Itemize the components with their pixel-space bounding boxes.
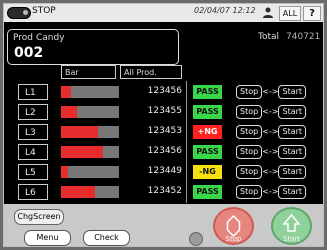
status-badge: PASS xyxy=(193,105,222,119)
stop-button[interactable]: Stop xyxy=(236,105,263,119)
auxiliary-circle-button[interactable] xyxy=(189,232,203,246)
progress-bar xyxy=(61,166,119,178)
progress-bar-fill xyxy=(61,86,71,98)
status-badge: PASS xyxy=(193,185,222,199)
stop-start-arrow: <-> xyxy=(262,147,279,156)
column-divider xyxy=(186,121,187,143)
total-value: 740721 pc xyxy=(286,32,323,42)
production-count: 123452 xyxy=(147,186,182,196)
stop-button[interactable]: Stop xyxy=(236,125,263,139)
stop-button[interactable]: Stop xyxy=(236,185,263,199)
progress-bar-fill xyxy=(61,186,95,198)
line-label: L5 xyxy=(18,164,48,180)
table-row: L5 123449 -NG Stop <-> Start xyxy=(4,161,323,183)
stop-start-arrow: <-> xyxy=(262,167,279,176)
production-count: 123456 xyxy=(147,146,182,156)
column-divider xyxy=(186,181,187,203)
bottom-bar: ChgScreen Menu Check Stop Start xyxy=(4,204,323,246)
progress-bar xyxy=(61,106,119,118)
start-button[interactable]: Start xyxy=(278,165,307,179)
status-badge: PASS xyxy=(193,85,222,99)
start-button[interactable]: Start xyxy=(278,125,307,139)
datetime: 02/04/07 12:12 xyxy=(194,6,256,15)
product-box: Prod Candy 002 xyxy=(7,29,179,65)
stop-start-control: Stop <-> Start xyxy=(236,105,307,119)
production-count: 123453 xyxy=(147,126,182,136)
table-row: L2 123455 PASS Stop <-> Start xyxy=(4,101,323,123)
status-badge: PASS xyxy=(193,145,222,159)
prod-label: Prod xyxy=(13,33,33,43)
stop-start-control: Stop <-> Start xyxy=(236,145,307,159)
hmi-screen: STOP 02/04/07 12:12 ALL ? Prod Candy 002… xyxy=(3,3,324,247)
start-button[interactable]: Start xyxy=(278,85,307,99)
column-divider xyxy=(186,161,187,183)
total-label: Total xyxy=(258,32,280,42)
column-header-all-prod: All Prod. xyxy=(120,65,182,79)
production-count: 123455 xyxy=(147,106,182,116)
stop-start-arrow: <-> xyxy=(262,187,279,196)
progress-bar-fill xyxy=(61,126,98,138)
status-badge: +NG xyxy=(193,125,222,139)
user-icon xyxy=(263,7,273,18)
status-indicator-icon xyxy=(7,7,31,19)
stop-start-arrow: <-> xyxy=(262,87,279,96)
start-big-button[interactable]: Start xyxy=(271,207,312,245)
stop-button[interactable]: Stop xyxy=(236,145,263,159)
start-button[interactable]: Start xyxy=(278,145,307,159)
table-row: L6 123452 PASS Stop <-> Start xyxy=(4,181,323,203)
product-name: Candy xyxy=(36,33,65,43)
progress-bar-fill xyxy=(61,146,103,158)
stop-label: Stop xyxy=(225,235,242,243)
indicator-dot xyxy=(23,10,28,15)
line-label: L6 xyxy=(18,184,48,200)
stop-start-control: Stop <-> Start xyxy=(236,165,307,179)
table-row: L1 123456 PASS Stop <-> Start xyxy=(4,81,323,103)
start-label: Start xyxy=(282,235,301,243)
status-badge: -NG xyxy=(193,165,222,179)
progress-bar xyxy=(61,186,119,198)
start-button[interactable]: Start xyxy=(278,185,307,199)
production-count: 123456 xyxy=(147,86,182,96)
stop-start-arrow: <-> xyxy=(262,107,279,116)
column-divider xyxy=(186,101,187,123)
chg-screen-button[interactable]: ChgScreen xyxy=(14,209,64,225)
menu-button[interactable]: Menu xyxy=(24,230,71,246)
status-bar: STOP 02/04/07 12:12 ALL ? xyxy=(4,4,323,22)
progress-bar xyxy=(61,86,119,98)
all-button[interactable]: ALL xyxy=(279,6,301,21)
machine-status: STOP xyxy=(32,6,56,16)
progress-bar xyxy=(61,146,119,158)
progress-bar xyxy=(61,126,119,138)
line-label: L4 xyxy=(18,144,48,160)
stop-start-control: Stop <-> Start xyxy=(236,85,307,99)
stop-big-button[interactable]: Stop xyxy=(213,207,254,245)
progress-bar-fill xyxy=(61,106,77,118)
progress-bar-fill xyxy=(61,166,68,178)
device-frame: STOP 02/04/07 12:12 ALL ? Prod Candy 002… xyxy=(0,0,327,250)
production-count: 123449 xyxy=(147,166,182,176)
stop-start-control: Stop <-> Start xyxy=(236,125,307,139)
product-number: 002 xyxy=(14,45,44,61)
check-button[interactable]: Check xyxy=(83,230,130,246)
stop-button[interactable]: Stop xyxy=(236,85,263,99)
line-label: L1 xyxy=(18,84,48,100)
column-header-bar: Bar xyxy=(61,65,116,79)
column-divider xyxy=(186,141,187,163)
line-label: L2 xyxy=(18,104,48,120)
column-divider xyxy=(186,81,187,103)
line-label: L3 xyxy=(18,124,48,140)
help-button[interactable]: ? xyxy=(303,6,321,21)
table-row: L4 123456 PASS Stop <-> Start xyxy=(4,141,323,163)
table-row: L3 123453 +NG Stop <-> Start xyxy=(4,121,323,143)
stop-start-arrow: <-> xyxy=(262,127,279,136)
stop-button[interactable]: Stop xyxy=(236,165,263,179)
stop-start-control: Stop <-> Start xyxy=(236,185,307,199)
start-button[interactable]: Start xyxy=(278,105,307,119)
